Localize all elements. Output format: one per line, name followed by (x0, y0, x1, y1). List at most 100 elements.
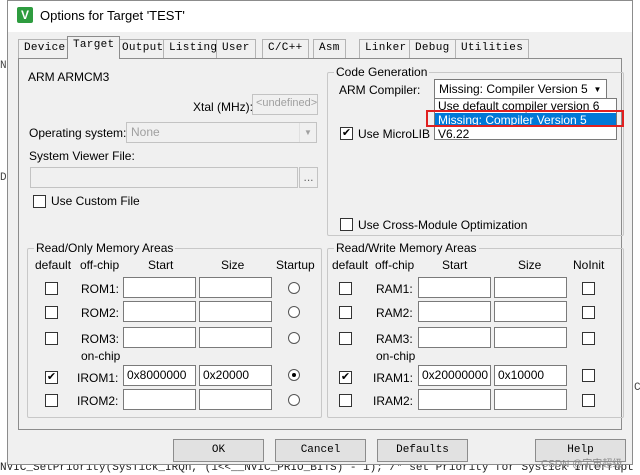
ram2-start-field[interactable] (418, 301, 491, 322)
ram1-size-field[interactable] (494, 277, 567, 298)
tab-cc[interactable]: C/C++ (262, 39, 309, 58)
svf-field[interactable] (30, 167, 298, 188)
ram-header-offchip: off-chip (375, 258, 415, 272)
rom-header-offchip: off-chip (80, 258, 120, 272)
rom3-label: ROM3: (81, 332, 120, 346)
ram1-default-checkbox[interactable] (339, 282, 352, 295)
irom2-size-field[interactable] (199, 389, 272, 410)
rom-header-default: default (35, 258, 72, 272)
rom1-start-field[interactable] (123, 277, 196, 298)
chevron-down-icon: ▼ (299, 123, 316, 142)
rom3-startup-radio[interactable] (288, 332, 300, 344)
rom2-start-field[interactable] (123, 301, 196, 322)
arm-compiler-label: ARM Compiler: (339, 83, 421, 97)
rom-onchip-label: on-chip (81, 349, 121, 363)
cross-module-checkbox[interactable] (340, 218, 353, 231)
irom1-label: IROM1: (77, 371, 119, 385)
ram-header-noinit: NoInit (573, 258, 605, 272)
tab-listing[interactable]: Listing (163, 39, 224, 58)
code-generation-title: Code Generation (334, 65, 430, 79)
os-label: Operating system: (29, 126, 127, 140)
os-select[interactable]: None ▼ (126, 122, 317, 143)
dialog-title: Options for Target 'TEST' (40, 8, 185, 23)
iram1-default-checkbox[interactable]: ✔ (339, 371, 352, 384)
keil-uvision-icon: V (17, 7, 33, 23)
chevron-down-icon: ▼ (593, 85, 602, 94)
iram2-noinit-checkbox[interactable] (582, 394, 595, 407)
arm-compiler-select[interactable]: Missing: Compiler Version 5 ▼ (434, 79, 607, 100)
os-value: None (131, 125, 160, 139)
tab-asm[interactable]: Asm (313, 39, 346, 58)
options-dialog: V Options for Target 'TEST' Device Targe… (7, 0, 633, 465)
irom2-label: IROM2: (77, 394, 119, 408)
tab-user[interactable]: User (216, 39, 256, 58)
iram1-start-field[interactable]: 0x20000000 (418, 365, 491, 386)
rom1-size-field[interactable] (199, 277, 272, 298)
rom2-label: ROM2: (81, 306, 120, 320)
irom1-startup-radio[interactable] (288, 369, 300, 381)
title-bar: V Options for Target 'TEST' (8, 1, 632, 32)
iram2-default-checkbox[interactable] (339, 394, 352, 407)
use-custom-file-label: Use Custom File (51, 194, 140, 208)
rom2-size-field[interactable] (199, 301, 272, 322)
tab-linker[interactable]: Linker (359, 39, 413, 58)
use-custom-file-checkbox[interactable] (33, 195, 46, 208)
iram1-size-field[interactable]: 0x10000 (494, 365, 567, 386)
xtal-label: Xtal (MHz): (193, 100, 253, 114)
tab-utilities[interactable]: Utilities (455, 39, 530, 58)
rom1-startup-radio[interactable] (288, 282, 300, 294)
background-editor-right-char: C (634, 382, 640, 394)
rom-header-start: Start (148, 258, 174, 272)
cancel-button[interactable]: Cancel (275, 439, 366, 462)
rom2-default-checkbox[interactable] (45, 306, 58, 319)
arm-compiler-value: Missing: Compiler Version 5 (439, 82, 588, 96)
ram3-start-field[interactable] (418, 327, 491, 348)
rom2-startup-radio[interactable] (288, 306, 300, 318)
background-editor-left-char: N (0, 60, 7, 72)
ram-header-start: Start (442, 258, 468, 272)
ram1-start-field[interactable] (418, 277, 491, 298)
iram1-noinit-checkbox[interactable] (582, 369, 595, 382)
background-editor-left-char: D (0, 172, 7, 184)
ok-button[interactable]: OK (173, 439, 264, 462)
use-microlib-checkbox[interactable]: ✔ (340, 127, 353, 140)
rom1-label: ROM1: (81, 282, 120, 296)
device-name: ARM ARMCM3 (28, 70, 110, 84)
irom2-start-field[interactable] (123, 389, 196, 410)
rom-header-size: Size (221, 258, 245, 272)
ram-header-default: default (332, 258, 369, 272)
ram-onchip-label: on-chip (376, 349, 416, 363)
ram3-noinit-checkbox[interactable] (582, 332, 595, 345)
rom3-size-field[interactable] (199, 327, 272, 348)
ram3-default-checkbox[interactable] (339, 332, 352, 345)
irom1-start-field[interactable]: 0x8000000 (123, 365, 196, 386)
rom3-default-checkbox[interactable] (45, 332, 58, 345)
ram2-noinit-checkbox[interactable] (582, 306, 595, 319)
tab-device[interactable]: Device (18, 39, 72, 58)
ram3-size-field[interactable] (494, 327, 567, 348)
iram2-size-field[interactable] (494, 389, 567, 410)
ram1-noinit-checkbox[interactable] (582, 282, 595, 295)
rom1-default-checkbox[interactable] (45, 282, 58, 295)
tab-output[interactable]: Output (116, 39, 170, 58)
tab-debug[interactable]: Debug (409, 39, 456, 58)
iram2-start-field[interactable] (418, 389, 491, 410)
svf-label: System Viewer File: (29, 149, 135, 163)
ram3-label: RAM3: (376, 332, 413, 346)
ram2-label: RAM2: (376, 306, 413, 320)
ram2-default-checkbox[interactable] (339, 306, 352, 319)
svf-browse-button[interactable]: ... (299, 167, 318, 188)
use-microlib-label: Use MicroLIB (358, 127, 431, 141)
watermark: CSDN @宇宙超级 (541, 459, 623, 470)
irom1-size-field[interactable]: 0x20000 (199, 365, 272, 386)
irom2-startup-radio[interactable] (288, 394, 300, 406)
xtal-field[interactable]: <undefined> (252, 94, 318, 115)
defaults-button[interactable]: Defaults (377, 439, 468, 462)
irom2-default-checkbox[interactable] (45, 394, 58, 407)
compiler-option[interactable]: V6.22 (435, 127, 616, 141)
tab-target[interactable]: Target (67, 36, 121, 59)
rom3-start-field[interactable] (123, 327, 196, 348)
ram1-label: RAM1: (376, 282, 413, 296)
ram2-size-field[interactable] (494, 301, 567, 322)
irom1-default-checkbox[interactable]: ✔ (45, 371, 58, 384)
